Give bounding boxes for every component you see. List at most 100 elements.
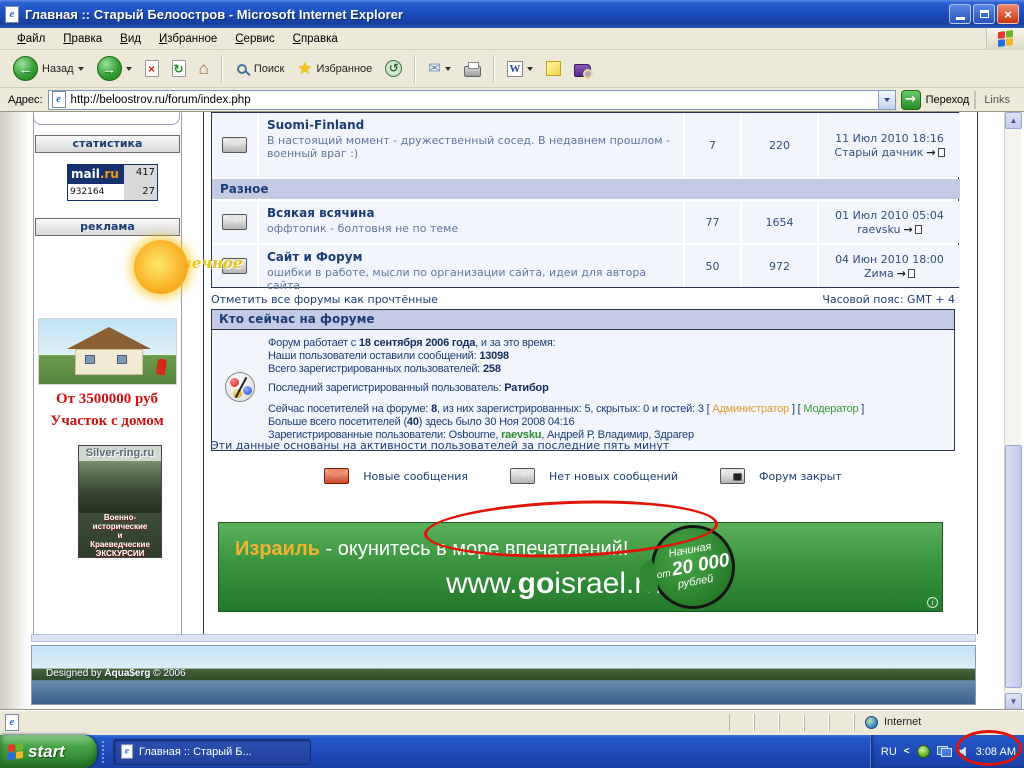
start-button[interactable]: start — [0, 735, 97, 768]
menu-favorites[interactable]: Избранное — [150, 30, 226, 48]
latest-post-icon[interactable] — [938, 148, 945, 157]
close-button[interactable]: × — [997, 4, 1019, 24]
counter-value: 27 — [124, 184, 157, 200]
designer-credit: Designed by Aqua$erg © 2006 — [46, 668, 186, 679]
word-dropdown-icon[interactable] — [527, 67, 533, 71]
home-icon: ⌂ — [199, 60, 209, 77]
favorites-label: Избранное — [317, 63, 373, 75]
print-button[interactable] — [459, 59, 486, 79]
taskbar: start e Главная :: Старый Б... RU < 3:08… — [0, 735, 1024, 768]
scroll-down-button[interactable]: ▼ — [1005, 693, 1022, 710]
forum-section-header[interactable]: Разное — [212, 179, 960, 199]
windows-flag-icon — [8, 743, 23, 760]
last-post-author[interactable]: Zима — [864, 267, 894, 280]
system-tray: RU < 3:08 AM — [870, 735, 1024, 768]
address-url[interactable]: http://beloostrov.ru/forum/index.php — [71, 94, 873, 106]
silver-ring-ad[interactable]: Silver-ring.ru Военно-исторические и Кра… — [78, 445, 162, 558]
forum-link[interactable]: Всякая всячина — [267, 206, 675, 220]
edit-word-button[interactable]: W — [502, 59, 538, 79]
favorites-button[interactable]: ★ Избранное — [292, 59, 377, 79]
forward-dropdown-icon[interactable] — [126, 67, 132, 71]
forum-locked-icon — [720, 468, 745, 484]
go-button[interactable]: → — [901, 90, 921, 110]
banner-url: www.goisrael.ru — [235, 567, 661, 601]
minimize-button[interactable] — [949, 4, 971, 24]
address-dropdown-button[interactable] — [878, 91, 895, 109]
back-button[interactable]: ← Назад — [8, 54, 89, 83]
go-label[interactable]: Переход — [926, 94, 970, 106]
toolbar: ← Назад → × ↻ ⌂ Поиск ★ Избранное ↺ ✉ W — [0, 50, 1024, 88]
goisrael-banner[interactable]: Израиль - окунитесь в море впечатлений! … — [218, 522, 943, 612]
last-post-author[interactable]: Старый дачник — [834, 146, 923, 159]
last-post-cell: 11 Июл 2010 18:16 Старый дачник→ — [819, 113, 960, 177]
address-bar: Адрес: e http://beloostrov.ru/forum/inde… — [0, 88, 1024, 112]
house-photo — [38, 318, 177, 385]
antivirus-tray-icon[interactable] — [917, 745, 930, 758]
taskbar-window-button[interactable]: e Главная :: Старый Б... — [113, 739, 311, 765]
taskbar-grip — [102, 741, 110, 763]
forum-cell-offtopic: Всякая всячина оффтопик - болтовня не по… — [259, 201, 683, 243]
sidebar-menu-bottom — [33, 112, 180, 125]
mail-dropdown-icon[interactable] — [445, 67, 451, 71]
home-button[interactable]: ⌂ — [194, 58, 214, 79]
links-bar[interactable]: Links — [974, 91, 1020, 109]
status-bar: e Internet — [0, 710, 1024, 733]
topics-count: 50 — [685, 245, 740, 287]
restore-button[interactable] — [973, 4, 995, 24]
newest-user-line: Последний зарегистрированный пользовател… — [268, 382, 946, 395]
goto-post-arrow-icon[interactable]: → — [926, 146, 935, 159]
menu-view[interactable]: Вид — [111, 30, 150, 48]
history-button[interactable]: ↺ — [380, 58, 407, 79]
forum-link[interactable]: Suomi-Finland — [267, 118, 675, 132]
refresh-button[interactable]: ↻ — [167, 58, 191, 79]
volume-tray-icon[interactable] — [959, 747, 969, 757]
mail-button[interactable]: ✉ — [423, 59, 456, 78]
menu-edit[interactable]: Правка — [54, 30, 111, 48]
forum-link[interactable]: Сайт и Форум — [267, 250, 675, 264]
back-dropdown-icon[interactable] — [78, 67, 84, 71]
title-bar: e Главная :: Старый Белоостров - Microso… — [0, 0, 1024, 28]
vertical-scrollbar[interactable]: ▲ ▼ — [1004, 112, 1021, 710]
goto-post-arrow-icon[interactable]: → — [897, 267, 906, 280]
discuss-button[interactable] — [541, 59, 566, 78]
ads-header: реклама — [35, 218, 180, 236]
menu-help[interactable]: Справка — [284, 30, 347, 48]
note-icon — [546, 61, 561, 76]
zone-label: Internet — [884, 716, 921, 728]
ie-icon: e — [5, 6, 19, 23]
moderator-link[interactable]: Модератор — [803, 403, 858, 415]
sidebar-right-border — [181, 112, 182, 634]
banner-tagline: Израиль - окунитесь в море впечатлений! — [235, 538, 628, 561]
goto-post-arrow-icon[interactable]: → — [904, 223, 913, 236]
forward-button[interactable]: → — [92, 54, 137, 83]
administrator-link[interactable]: Администратор — [712, 403, 789, 415]
forum-description: ошибки в работе, мысли по организации са… — [267, 266, 675, 292]
menu-file[interactable]: Файл — [8, 30, 54, 48]
address-input[interactable]: e http://beloostrov.ru/forum/index.php — [48, 90, 896, 110]
tray-chevron-icon[interactable]: < — [904, 746, 910, 757]
latest-post-icon[interactable] — [915, 225, 922, 234]
windows-flag-icon — [998, 30, 1013, 47]
mailru-counter[interactable]: mail.ru 417 932164 27 — [67, 164, 158, 201]
page-icon: e — [5, 714, 19, 731]
page-bottom-bar — [31, 634, 976, 642]
stop-button[interactable]: × — [140, 58, 164, 79]
sun-house-ad[interactable]: Солнечное — [36, 240, 180, 390]
ad-info-icon[interactable]: i — [927, 597, 938, 608]
history-icon: ↺ — [385, 60, 402, 77]
security-zone: Internet — [854, 714, 1024, 731]
scroll-up-button[interactable]: ▲ — [1005, 112, 1022, 129]
address-label: Адрес: — [8, 94, 43, 106]
sidebar-left-border — [33, 112, 34, 634]
last-post-author[interactable]: raevsku — [857, 223, 900, 236]
menu-tools[interactable]: Сервис — [226, 30, 283, 48]
counter-value: 417 — [124, 165, 157, 184]
network-tray-icon[interactable] — [937, 746, 952, 757]
latest-post-icon[interactable] — [908, 269, 915, 278]
mailru-logo: mail.ru — [68, 165, 124, 184]
search-button[interactable]: Поиск — [230, 60, 289, 78]
scrollbar-thumb[interactable] — [1005, 445, 1022, 688]
language-indicator[interactable]: RU — [881, 746, 897, 758]
posts-count: 972 — [742, 245, 817, 287]
research-button[interactable] — [569, 59, 596, 79]
